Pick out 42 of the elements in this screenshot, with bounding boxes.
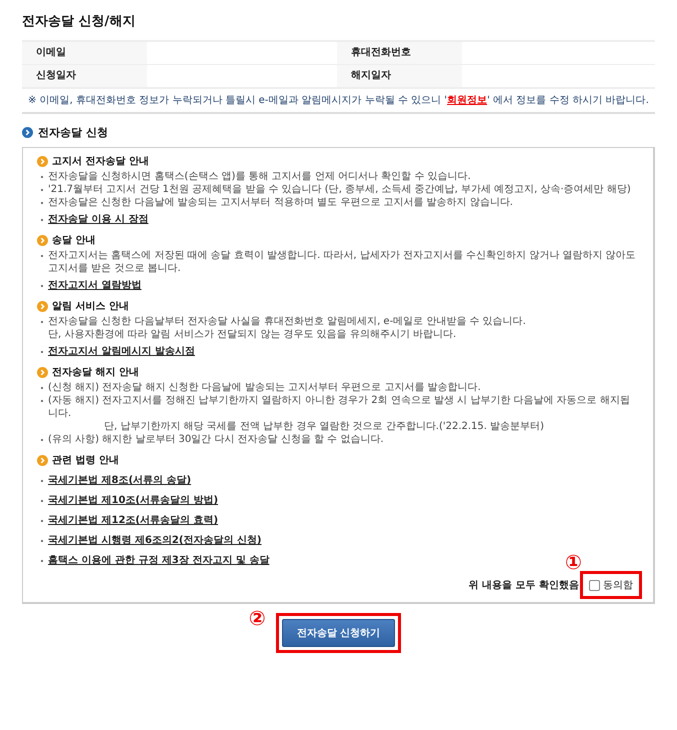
section-title: 전자송달 신청 xyxy=(38,125,108,140)
info-link[interactable]: 전자송달 이용 시 장점 xyxy=(48,213,148,226)
subsection-heading: 송달 안내 xyxy=(52,234,96,247)
notice-text: ※ 이메일, 휴대전화번호 정보가 누락되거나 틀릴시 e-메일과 알림메시지가 누락될 수 있으니 '회원정보' 에서 정보를 수정 하시기 바랍니다. xyxy=(22,89,655,114)
info-text: (자동 해지) 전자고지서를 정해진 납부기한까지 열람하지 아니한 경우가 2회 연속으로 발생 시 납부기한 다음날에 자동으로 해지됩니다. xyxy=(48,394,631,420)
chevron-circle-icon xyxy=(22,127,33,138)
chevron-circle-icon xyxy=(37,454,48,466)
chevron-circle-icon xyxy=(37,300,48,312)
field-label: 휴대전화번호 xyxy=(337,42,462,65)
info-link[interactable]: 국세기본법 제10조(서류송달의 방법) xyxy=(48,494,218,507)
chevron-circle-icon xyxy=(37,156,48,166)
info-text: 전자송달은 신청한 다음날에 발송되는 고지서부터 적용하며 별도 우편으로 고지서를 발송하지 않습니다. xyxy=(48,196,513,209)
page-title: 전자송달 신청/해지 xyxy=(22,13,136,30)
info-text: 전자송달을 신청한 다음날부터 전자송달 사실을 휴대전화번호 알림메세지, e-메일로 안내받을 수 있습니다. xyxy=(48,315,526,328)
annotation-number: ① xyxy=(565,552,582,572)
subsection-heading: 전자송달 해지 안내 xyxy=(52,366,139,379)
chevron-circle-icon xyxy=(37,366,48,378)
info-link[interactable]: 국세기본법 제8조(서류의 송달) xyxy=(48,474,192,487)
info-text: (유의 사항) 해지한 날로부터 30일간 다시 전자송달 신청을 할 수 없습니다. xyxy=(48,433,384,446)
info-link[interactable]: 전자고지서 열람방법 xyxy=(48,279,142,292)
subsection-heading: 알림 서비스 안내 xyxy=(52,300,129,313)
info-text: '21.7월부터 고지서 건당 1천원 공제혜택을 받을 수 있습니다 (단, 종부세, 소득세 중간예납, 부가세 예정고지, 상속·증여세만 해당) xyxy=(48,183,631,196)
info-text: (신청 해지) 전자송달 해지 신청한 다음날에 발송되는 고지서부터 우편으로 고지서를 발송합니다. xyxy=(48,381,481,394)
info-text: 전자송달을 신청하시면 홈택스(손택스 앱)를 통해 고지서를 언제 어디서나 확인할 수 있습니다. xyxy=(48,170,471,183)
annotation-number: ② xyxy=(248,608,266,628)
chevron-circle-icon xyxy=(37,234,48,246)
subsection-heading: 고지서 전자송달 안내 xyxy=(52,155,149,168)
field-label: 이메일 xyxy=(22,42,147,65)
field-label: 신청일자 xyxy=(22,65,147,88)
info-text: 전자고지서는 홈택스에 저장된 때에 송달 효력이 발생합니다. 따라서, 납세자가 전자고지서를 수신확인하지 않거나 열람하지 않아도 고지서를 받은 것으로 봅니다. xyxy=(48,249,637,275)
info-link[interactable]: 국세기본법 시행령 제6조의2(전자송달의 신청) xyxy=(48,534,262,547)
agree-checkbox[interactable]: 동의함 xyxy=(583,574,639,596)
apply-button[interactable]: 전자송달 신청하기 xyxy=(282,619,396,647)
info-link[interactable]: 홈택스 이용에 관한 규정 제3장 전자고지 및 송달 xyxy=(48,554,270,567)
info-link[interactable]: 국세기본법 제12조(서류송달의 효력) xyxy=(48,514,218,527)
confirm-text: 위 내용을 모두 확인했음 xyxy=(468,579,579,592)
member-info-link[interactable]: 회원정보 xyxy=(447,95,488,106)
subsection-heading: 관련 법령 안내 xyxy=(52,454,119,467)
field-label: 해지일자 xyxy=(337,65,462,88)
info-link[interactable]: 전자고지서 알림메시지 발송시점 xyxy=(48,345,195,358)
info-text: 단, 사용자환경에 따라 알림 서비스가 전달되지 않는 경우도 있음을 유의해주시기 바랍니다. xyxy=(48,328,458,341)
info-text: 단, 납부기한까지 해당 국세를 전액 납부한 경우 열람한 것으로 간주합니다.('22.2.15. 발송분부터) xyxy=(103,420,546,433)
